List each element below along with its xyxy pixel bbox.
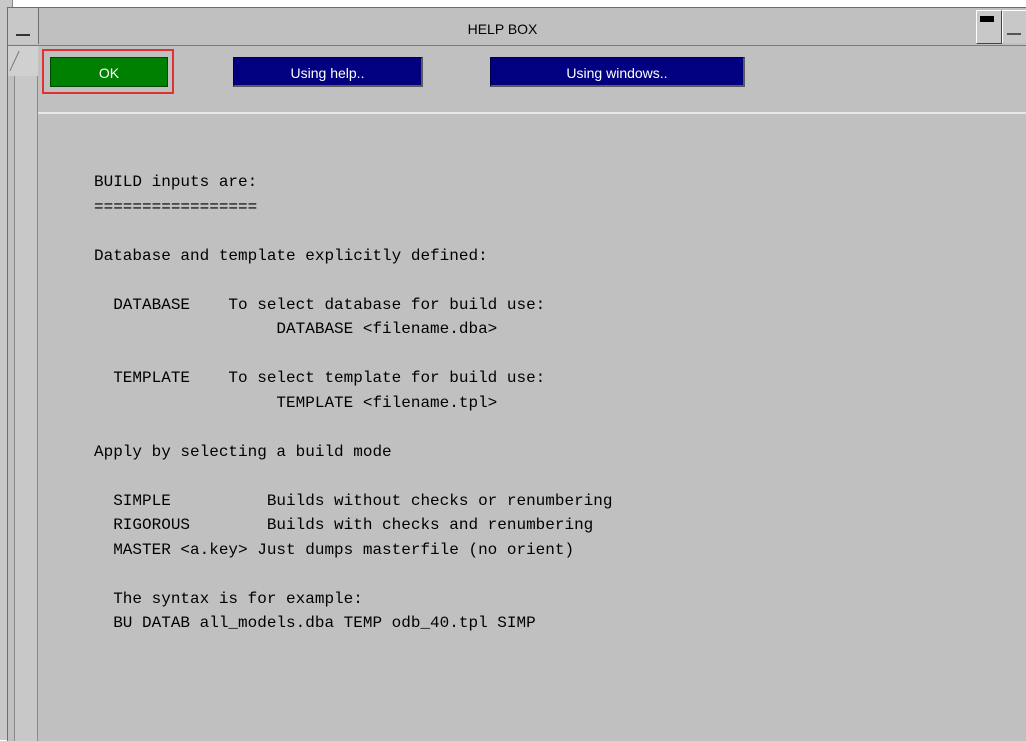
window-title: HELP BOX [467,21,538,37]
minimize-icon [980,16,994,22]
maximize-icon [1007,33,1021,35]
help-text: BUILD inputs are: ================= Data… [94,170,612,636]
maximize-button[interactable] [1002,10,1026,43]
resize-grip-icon [9,50,20,72]
menu-dash-icon [16,34,30,36]
help-line: BUILD inputs are: [94,173,258,191]
help-line: TEMPLATE <filename.tpl> [94,393,498,412]
minimize-button[interactable] [976,10,1002,44]
ok-button[interactable]: OK [50,57,168,87]
title-bar: HELP BOX [8,8,1026,46]
help-line: Database and template explicitly defined… [94,246,488,265]
help-line: The syntax is for example: [94,589,363,608]
help-line: DATABASE <filename.dba> [94,320,498,338]
left-frame-rail [14,76,38,741]
help-line: Apply by selecting a build mode [94,442,392,461]
help-line: MASTER <a.key> Just dumps masterfile (no… [94,540,575,559]
help-content-area: BUILD inputs are: ================= Data… [38,114,1026,741]
help-line: DATABASE To select database for build us… [94,295,546,314]
using-help-button[interactable]: Using help.. [233,57,423,87]
help-box-window: HELP BOX OK Using help.. Using windows..… [7,7,1026,741]
button-bar: OK Using help.. Using windows.. [38,46,1026,114]
using-windows-button[interactable]: Using windows.. [490,57,745,87]
help-line: BU DATAB all_models.dba TEMP odb_40.tpl … [94,614,536,632]
system-menu-button[interactable] [8,8,39,44]
help-line: TEMPLATE To select template for build us… [94,369,546,387]
help-line: SIMPLE Builds without checks or renumber… [94,491,613,510]
resize-handle[interactable] [8,46,38,76]
help-line: ================= [94,197,258,216]
help-line: RIGOROUS Builds with checks and renumber… [94,516,594,534]
